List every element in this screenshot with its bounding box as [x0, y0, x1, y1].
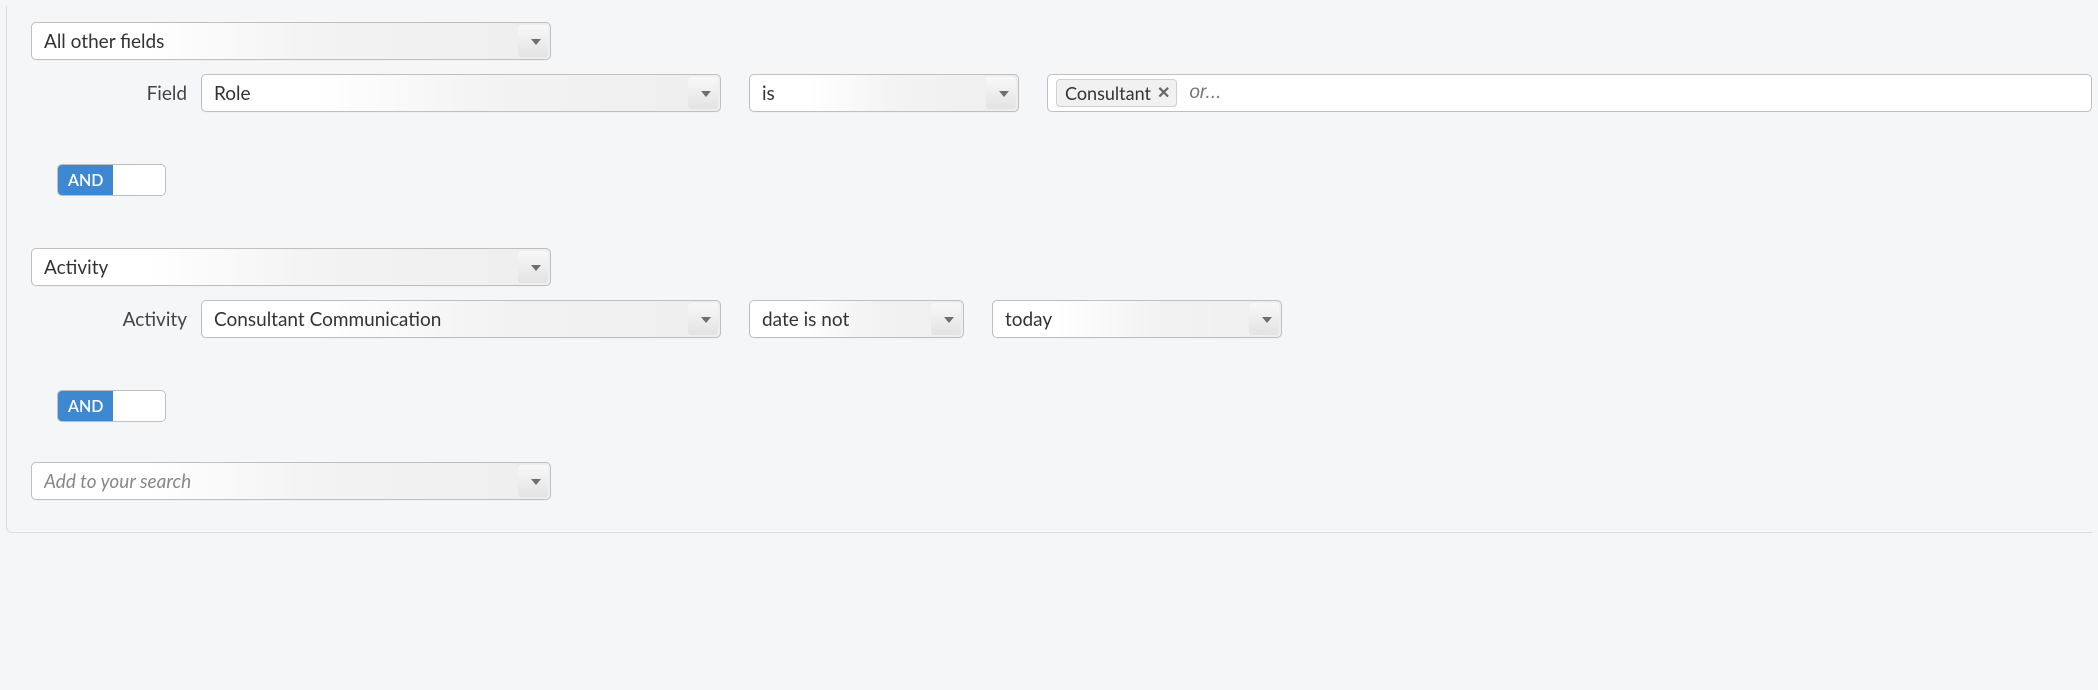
activity-select-label: Consultant Communication: [214, 308, 441, 331]
chevron-down-icon: [701, 317, 711, 323]
conjunction-toggle[interactable]: AND: [57, 390, 166, 422]
operator-select[interactable]: is: [749, 74, 1019, 112]
chevron-down-icon: [701, 91, 711, 97]
conjunction-toggle-2-row: AND: [31, 390, 2092, 422]
operator-select[interactable]: date is not: [749, 300, 964, 338]
criteria-group-2: Activity: [31, 248, 2092, 286]
add-criteria-select[interactable]: Add to your search: [31, 462, 551, 500]
category-select-label: Activity: [44, 256, 108, 279]
value-tag-label: Consultant: [1065, 84, 1151, 102]
field-row-2: Activity Consultant Communication date i…: [31, 300, 2092, 338]
value-select-label: today: [1005, 308, 1052, 331]
chevron-down-icon: [1262, 317, 1272, 323]
conjunction-and[interactable]: AND: [58, 165, 113, 195]
field-row-1: Field Role is Consultant ✕: [31, 74, 2092, 112]
chevron-down-icon: [944, 317, 954, 323]
activity-select[interactable]: Consultant Communication: [201, 300, 721, 338]
close-icon[interactable]: ✕: [1157, 85, 1170, 101]
field-select-label: Role: [214, 82, 251, 105]
category-select[interactable]: Activity: [31, 248, 551, 286]
criteria-group-1: All other fields: [31, 22, 2092, 60]
value-tag-consultant[interactable]: Consultant ✕: [1056, 79, 1177, 107]
category-select[interactable]: All other fields: [31, 22, 551, 60]
chevron-down-icon: [531, 265, 541, 271]
operator-select-label: is: [762, 82, 775, 105]
operator-select-label: date is not: [762, 308, 849, 331]
chevron-down-icon: [531, 39, 541, 45]
conjunction-or[interactable]: [113, 165, 165, 195]
field-select[interactable]: Role: [201, 74, 721, 112]
conjunction-toggle-1-row: AND: [31, 164, 2092, 196]
value-add-input[interactable]: [1187, 75, 2083, 111]
conjunction-and[interactable]: AND: [58, 391, 113, 421]
add-criteria-label: Add to your search: [44, 470, 191, 493]
chevron-down-icon: [531, 479, 541, 485]
value-select[interactable]: today: [992, 300, 1282, 338]
field-row-label: Field: [31, 82, 201, 105]
chevron-down-icon: [999, 91, 1009, 97]
field-row-label: Activity: [31, 308, 201, 331]
conjunction-toggle[interactable]: AND: [57, 164, 166, 196]
add-criteria-row: Add to your search: [31, 462, 2092, 500]
value-input-box[interactable]: Consultant ✕: [1047, 74, 2092, 112]
query-builder-panel: All other fields Field Role is Consultan…: [6, 6, 2092, 533]
conjunction-or[interactable]: [113, 391, 165, 421]
category-select-label: All other fields: [44, 30, 164, 53]
